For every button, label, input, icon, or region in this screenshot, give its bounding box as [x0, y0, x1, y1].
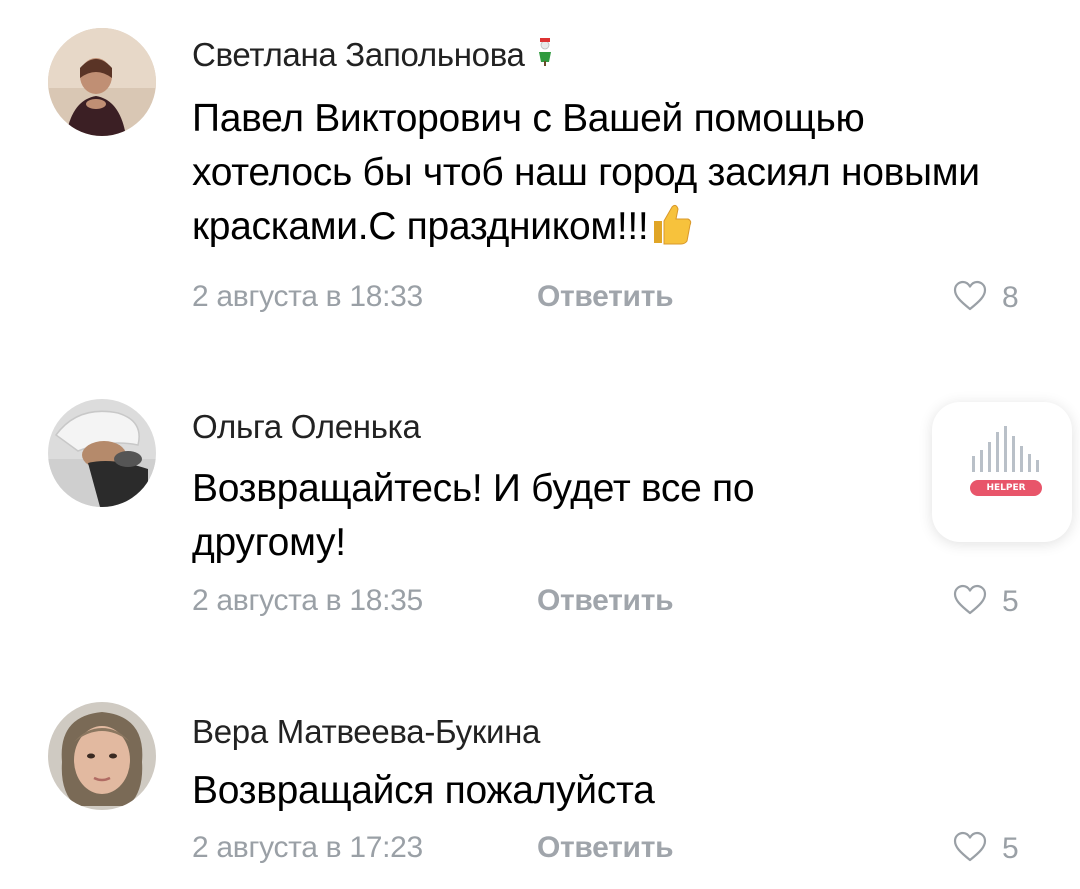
like-button[interactable]: 5: [952, 584, 1019, 619]
comment-date: 2 августа в 18:35: [192, 584, 423, 617]
audio-bars-icon: [972, 426, 1039, 472]
thumbs-up-emoji: [654, 204, 692, 245]
heart-icon: [953, 584, 987, 615]
like-count: 8: [1002, 281, 1019, 314]
comment-author[interactable]: Светлана Запольнова: [192, 36, 555, 74]
reply-button[interactable]: Ответить: [537, 584, 674, 618]
avatar-photo: [48, 28, 156, 136]
comment-date: 2 августа в 18:33: [192, 280, 423, 313]
comment-text: Павел Викторович с Вашей помощью хотелос…: [192, 97, 980, 248]
like-button[interactable]: 8: [952, 280, 1019, 315]
like-button[interactable]: 5: [952, 831, 1019, 866]
avatar[interactable]: [48, 28, 156, 136]
like-count: 5: [1002, 832, 1019, 865]
comment-author[interactable]: Вера Матвеева-Букина: [192, 713, 540, 751]
like-count: 5: [1002, 585, 1019, 618]
reply-button[interactable]: Ответить: [537, 280, 674, 314]
comment-meta: 2 августа в 18:33 Ответить: [192, 280, 674, 314]
heart-icon: [953, 831, 987, 862]
comment-date: 2 августа в 17:23: [192, 831, 423, 864]
snowman-emoji: [538, 38, 551, 66]
avatar-photo: [48, 399, 156, 507]
comment-meta: 2 августа в 17:23 Ответить: [192, 831, 674, 865]
avatar[interactable]: [48, 399, 156, 507]
avatar-photo: [48, 702, 156, 810]
comment-text: Возвращайся пожалуйста: [192, 769, 655, 812]
comment-meta: 2 августа в 18:35 Ответить: [192, 584, 674, 618]
avatar[interactable]: [48, 702, 156, 810]
helper-widget[interactable]: HELPER: [932, 402, 1072, 542]
helper-label: HELPER: [970, 480, 1042, 496]
comment-author[interactable]: Ольга Оленька: [192, 408, 421, 446]
comment-text: Возвращайтесь! И будет все по другому!: [192, 467, 755, 564]
heart-icon: [953, 280, 987, 311]
reply-button[interactable]: Ответить: [537, 831, 674, 865]
